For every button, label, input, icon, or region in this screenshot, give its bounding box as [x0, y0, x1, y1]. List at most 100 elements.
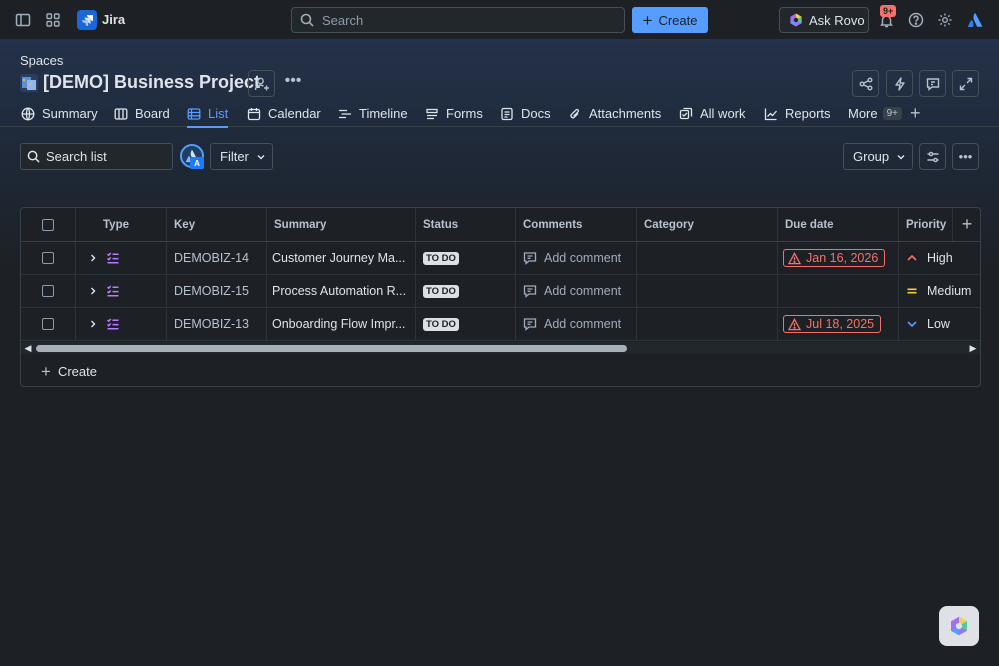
status-badge[interactable]: TO DO	[423, 251, 459, 265]
column-header-priority[interactable]: Priority	[899, 208, 953, 241]
attachment-icon	[570, 108, 580, 118]
group-button[interactable]: Group	[843, 143, 913, 170]
category-cell[interactable]	[637, 308, 778, 340]
more-actions-icon[interactable]: •••	[283, 72, 303, 92]
chevron-right-icon[interactable]	[88, 319, 98, 329]
tab-calendar[interactable]: Calendar	[247, 100, 321, 127]
column-header-key[interactable]: Key	[167, 208, 267, 241]
table-row[interactable]: DEMOBIZ-13 Onboarding Flow Impr... TO DO…	[21, 308, 980, 341]
horizontal-scrollbar[interactable]: ◀ ▶	[21, 342, 980, 354]
due-date-cell[interactable]: Jul 18, 2025	[778, 308, 899, 340]
app-switcher-icon[interactable]	[43, 10, 63, 30]
filter-label: Filter	[220, 149, 249, 164]
rovo-chat-button[interactable]	[939, 606, 979, 646]
row-checkbox[interactable]	[42, 285, 54, 297]
notifications-badge: 9+	[880, 5, 897, 17]
due-date-cell[interactable]	[778, 275, 899, 307]
fullscreen-button[interactable]	[952, 70, 979, 97]
priority-label: High	[927, 251, 953, 265]
category-cell[interactable]	[637, 242, 778, 274]
column-header-status[interactable]: Status	[416, 208, 516, 241]
list-icon	[187, 107, 201, 120]
tab-timeline[interactable]: Timeline	[338, 100, 408, 127]
due-date-cell[interactable]: Jan 16, 2026	[778, 242, 899, 274]
add-tab-plus-icon[interactable]: +	[910, 100, 921, 127]
priority-cell[interactable]: Low	[899, 308, 980, 340]
tab-all-work[interactable]: All work	[679, 100, 746, 127]
chevron-right-icon[interactable]	[88, 253, 98, 263]
sidebar-toggle-icon[interactable]	[13, 10, 33, 30]
table-row[interactable]: DEMOBIZ-14 Customer Journey Ma... TO DO …	[21, 242, 980, 275]
share-icon	[859, 77, 872, 90]
automation-button[interactable]	[886, 70, 913, 97]
column-header-type[interactable]: Type	[76, 208, 167, 241]
create-button-label: Create	[658, 12, 698, 28]
breadcrumb[interactable]: Spaces	[20, 53, 63, 68]
issue-key[interactable]: DEMOBIZ-14	[167, 242, 267, 274]
status-badge[interactable]: TO DO	[423, 284, 459, 298]
priority-label: Medium	[927, 284, 972, 298]
help-icon[interactable]	[906, 10, 926, 30]
column-header-due-date[interactable]: Due date	[778, 208, 899, 241]
select-all-checkbox[interactable]	[42, 218, 54, 231]
tab-label: Forms	[446, 106, 483, 121]
search-placeholder: Search	[322, 12, 364, 28]
tab-attachments[interactable]: Attachments	[568, 100, 661, 127]
tab-label: Timeline	[359, 106, 408, 121]
priority-cell[interactable]: High	[899, 242, 980, 274]
tab-board[interactable]: Board	[114, 100, 170, 127]
issue-key[interactable]: DEMOBIZ-15	[167, 275, 267, 307]
share-button[interactable]	[852, 70, 879, 97]
priority-value: High	[906, 251, 953, 265]
reports-icon	[764, 108, 777, 120]
search-icon	[27, 150, 40, 163]
add-column-plus-icon[interactable]: +	[953, 208, 980, 241]
filter-button[interactable]: Filter	[210, 143, 273, 170]
sliders-icon	[927, 151, 938, 162]
search-list-input[interactable]: Search list	[20, 143, 173, 170]
category-cell[interactable]	[637, 275, 778, 307]
issue-summary[interactable]: Process Automation R...	[267, 275, 416, 307]
scrollbar-thumb[interactable]	[36, 345, 627, 352]
add-comment-button[interactable]: Add comment	[523, 284, 621, 298]
issue-summary[interactable]: Onboarding Flow Impr...	[267, 308, 416, 340]
create-issue-button[interactable]: + Create	[21, 355, 980, 386]
status-cell: TO DO	[416, 242, 516, 274]
status-badge[interactable]: TO DO	[423, 317, 459, 331]
app-name[interactable]: Jira	[102, 12, 125, 27]
comment-icon	[523, 285, 537, 298]
ask-rovo-button[interactable]: Ask Rovo	[779, 7, 869, 33]
global-search-input[interactable]: Search	[291, 7, 625, 33]
tab-forms[interactable]: Forms	[425, 100, 483, 127]
issue-key[interactable]: DEMOBIZ-13	[167, 308, 267, 340]
add-people-button[interactable]	[248, 70, 275, 97]
tab-summary[interactable]: Summary	[21, 100, 98, 127]
view-settings-button[interactable]	[919, 143, 946, 170]
more-options-button[interactable]: •••	[952, 143, 979, 170]
atlassian-logo-icon[interactable]	[965, 10, 985, 30]
jira-logo-icon[interactable]	[77, 10, 97, 30]
column-header-comments[interactable]: Comments	[516, 208, 637, 241]
chevron-down-icon	[257, 154, 265, 159]
chevron-right-icon[interactable]	[88, 286, 98, 296]
column-header-summary[interactable]: Summary	[267, 208, 416, 241]
scroll-right-arrow-icon[interactable]: ▶	[968, 343, 978, 353]
tab-more[interactable]: More 9+	[848, 100, 903, 127]
scroll-left-arrow-icon[interactable]: ◀	[23, 343, 33, 353]
row-checkbox[interactable]	[42, 252, 54, 264]
row-checkbox[interactable]	[42, 318, 54, 330]
settings-gear-icon[interactable]	[935, 10, 955, 30]
feedback-button[interactable]	[919, 70, 946, 97]
group-label: Group	[853, 149, 890, 164]
tab-reports[interactable]: Reports	[764, 100, 831, 127]
add-comment-button[interactable]: Add comment	[523, 251, 621, 265]
tab-list[interactable]: List	[187, 100, 229, 128]
table-row[interactable]: DEMOBIZ-15 Process Automation R... TO DO…	[21, 275, 980, 308]
priority-cell[interactable]: Medium	[899, 275, 980, 307]
tab-docs[interactable]: Docs	[500, 100, 551, 127]
add-comment-button[interactable]: Add comment	[523, 317, 621, 331]
rovo-icon	[951, 616, 967, 636]
issue-summary[interactable]: Customer Journey Ma...	[267, 242, 416, 274]
create-button[interactable]: + Create	[632, 7, 708, 33]
column-header-category[interactable]: Category	[637, 208, 778, 241]
